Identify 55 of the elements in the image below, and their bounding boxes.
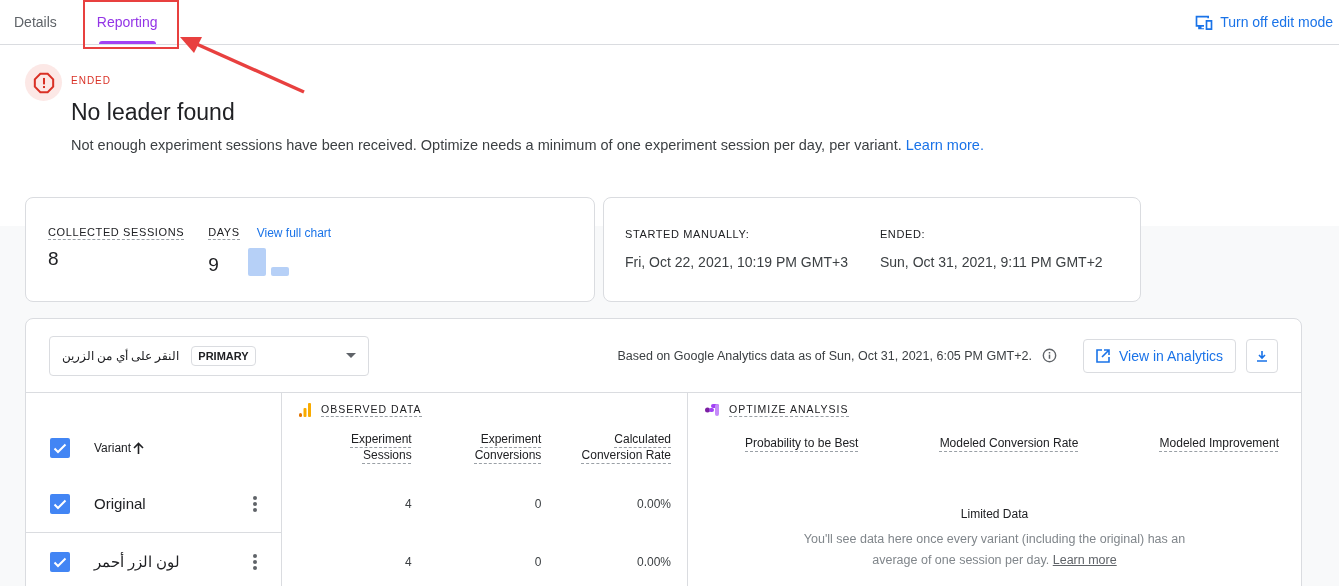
mini-bar-chart: [247, 248, 290, 276]
learn-more-link[interactable]: Learn more: [1052, 553, 1117, 567]
date-label: ENDED:: [879, 228, 927, 240]
column-header: Modeled Improvement: [1159, 435, 1279, 451]
limited-data-message: You'll see data here once every variant (including the original) has an average of one session per day. Learn more: [802, 531, 1187, 569]
variant-name: Original: [94, 495, 147, 512]
column-header: Modeled Conversion Rate: [939, 435, 1079, 451]
column-header: Calculated Conversion Rate: [580, 431, 671, 463]
table-cell: 4: [404, 497, 412, 511]
more-options-icon[interactable]: [253, 554, 257, 570]
section-heading: OBSERVED DATA: [321, 403, 422, 417]
metric-label: DAYS: [208, 226, 240, 240]
error-icon: [25, 64, 62, 101]
caret-icon: [346, 353, 356, 358]
limited-data-title: Limited Data: [960, 507, 1029, 521]
table-cell: 0.00%: [636, 555, 671, 569]
table-cell: 0.00%: [636, 497, 671, 511]
result-description: Not enough experiment sessions have been received. Optimize needs a minimum of one experiment session per day, per variant.: [71, 137, 902, 153]
section-heading: OPTIMIZE ANALYSIS: [729, 403, 849, 417]
result-title: No leader found: [71, 99, 236, 126]
metric-value: 9: [208, 254, 219, 276]
status-label: ENDED: [71, 75, 112, 86]
devices-icon: [1194, 13, 1215, 31]
table-cell: 4: [404, 555, 412, 569]
more-options-icon[interactable]: [253, 495, 257, 512]
variant-checkbox[interactable]: [50, 493, 70, 514]
tab[interactable]: Reporting: [86, 0, 168, 44]
date-value: Fri, Oct 22, 2021, 10:19 PM GMT+3: [625, 254, 848, 270]
analytics-bars-icon: [299, 403, 311, 417]
variant-checkbox[interactable]: [50, 552, 70, 572]
view-chart-link[interactable]: View full chart: [256, 226, 332, 240]
select-all-checkbox[interactable]: [50, 438, 70, 458]
download-button[interactable]: [1246, 338, 1278, 373]
variant-name: لون الزر أحمر: [94, 553, 182, 571]
metric-label: COLLECTED SESSIONS: [48, 226, 185, 240]
learn-more-link[interactable]: Learn more.: [905, 137, 984, 153]
download-icon: [1256, 349, 1268, 362]
data-note: Based on Google Analytics data as of Sun, Oct 31, 2021, 6:05 PM GMT+2.: [617, 348, 1032, 363]
column-header: Experiment Sessions: [349, 431, 412, 463]
date-value: Sun, Oct 31, 2021, 9:11 PM GMT+2: [879, 254, 1103, 270]
info-icon[interactable]: [1042, 348, 1057, 363]
table-cell: 0: [534, 497, 542, 511]
edit-mode-link[interactable]: Turn off edit mode: [1194, 0, 1339, 44]
primary-badge: PRIMARY: [191, 345, 256, 366]
table-cell: 0: [534, 555, 542, 569]
column-header: Experiment Conversions: [473, 431, 542, 463]
view-in-analytics-button[interactable]: View in Analytics: [1083, 338, 1236, 373]
column-header: Probability to be Best: [745, 435, 859, 451]
optimize-logo-icon: [705, 404, 719, 416]
sort-arrow-icon[interactable]: [133, 442, 145, 454]
tab[interactable]: Details: [4, 0, 67, 44]
external-link-icon: [1096, 348, 1110, 363]
date-label: STARTED MANUALLY:: [625, 228, 751, 240]
variant-column-header[interactable]: Variant: [94, 441, 132, 455]
metric-value: 8: [48, 248, 60, 270]
